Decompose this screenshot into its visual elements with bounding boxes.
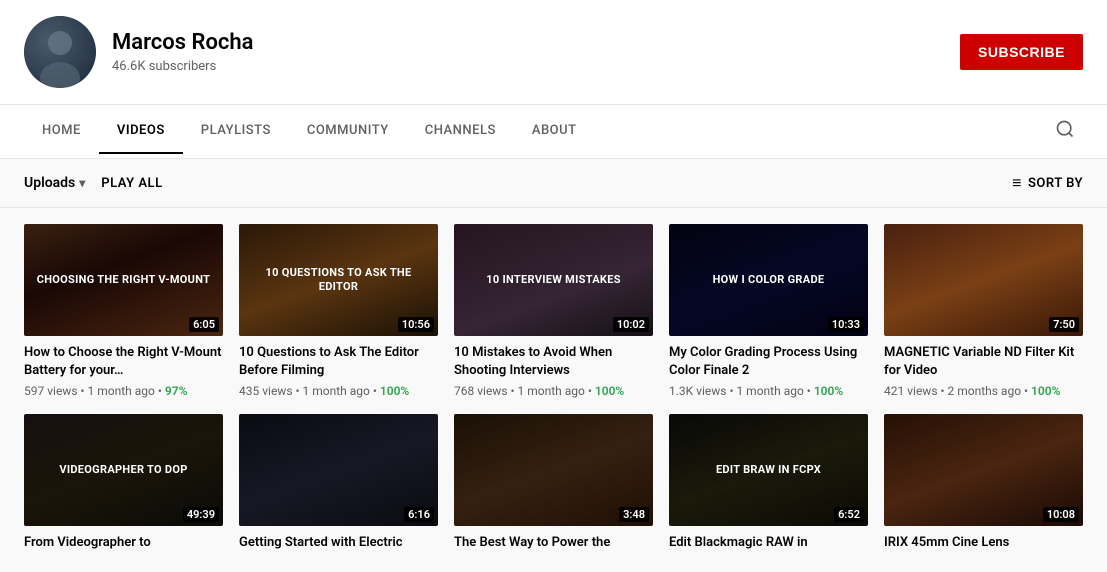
video-title-2: 10 Questions to Ask The Editor Before Fi… <box>239 344 438 380</box>
video-title-10: IRIX 45mm Cine Lens <box>884 534 1083 552</box>
thumbnail-10: 10:08 <box>884 414 1083 526</box>
thumbnail-9: EDIT BRAW IN FCPX 6:52 <box>669 414 868 526</box>
uploads-label: Uploads <box>24 175 75 191</box>
thumbnail-6: VIDEOGRAPHER to DOP 49:39 <box>24 414 223 526</box>
nav-tabs: HOME VIDEOS PLAYLISTS COMMUNITY CHANNELS… <box>0 105 1107 159</box>
thumbnail-3: 10 Interview Mistakes 10:02 <box>454 224 653 336</box>
video-meta-5: 421 views • 2 months ago • 100% <box>884 384 1083 398</box>
video-card-10[interactable]: 10:08 IRIX 45mm Cine Lens <box>884 414 1083 556</box>
duration-1: 6:05 <box>189 317 219 332</box>
video-card-7[interactable]: 6:16 Getting Started with Electric <box>239 414 438 556</box>
tab-community[interactable]: COMMUNITY <box>289 109 407 154</box>
duration-6: 49:39 <box>183 507 219 522</box>
thumbnail-8: 3:48 <box>454 414 653 526</box>
thumbnail-2: 10 QUESTIONS TO ASK THE EDITOR 10:56 <box>239 224 438 336</box>
video-title-9: Edit Blackmagic RAW in <box>669 534 868 552</box>
thumb-text-9: EDIT BRAW IN FCPX <box>716 463 821 477</box>
thumb-text-6: VIDEOGRAPHER to DOP <box>59 463 187 477</box>
video-card-9[interactable]: EDIT BRAW IN FCPX 6:52 Edit Blackmagic R… <box>669 414 868 556</box>
tab-about[interactable]: ABOUT <box>514 109 595 154</box>
avatar <box>24 16 96 88</box>
video-card-5[interactable]: 7:50 MAGNETIC Variable ND Filter Kit for… <box>884 224 1083 398</box>
thumbnail-4: HOW I COLOR GRADE 10:33 <box>669 224 868 336</box>
tab-playlists[interactable]: PLAYLISTS <box>183 109 289 154</box>
sort-by-button[interactable]: ≡ SORT BY <box>1012 173 1083 193</box>
video-title-6: From Videographer to <box>24 534 223 552</box>
duration-2: 10:56 <box>398 317 434 332</box>
chevron-down-icon: ▾ <box>79 176 85 190</box>
video-title-4: My Color Grading Process Using Color Fin… <box>669 344 868 380</box>
duration-10: 10:08 <box>1043 507 1079 522</box>
thumbnail-7: 6:16 <box>239 414 438 526</box>
video-card-8[interactable]: 3:48 The Best Way to Power the <box>454 414 653 556</box>
toolbar: Uploads ▾ PLAY ALL ≡ SORT BY <box>0 159 1107 208</box>
tab-home[interactable]: HOME <box>24 109 99 154</box>
thumb-text-4: HOW I COLOR GRADE <box>713 273 825 287</box>
toolbar-left: Uploads ▾ PLAY ALL <box>24 175 163 191</box>
video-title-7: Getting Started with Electric <box>239 534 438 552</box>
channel-name: Marcos Rocha <box>112 30 253 55</box>
video-title-1: How to Choose the Right V-Mount Battery … <box>24 344 223 380</box>
video-meta-4: 1.3K views • 1 month ago • 100% <box>669 384 868 398</box>
play-all-button[interactable]: PLAY ALL <box>101 176 162 191</box>
avatar-image <box>24 16 96 88</box>
video-title-3: 10 Mistakes to Avoid When Shooting Inter… <box>454 344 653 380</box>
channel-info: Marcos Rocha 46.6K subscribers <box>24 16 253 88</box>
thumbnail-5: 7:50 <box>884 224 1083 336</box>
video-title-8: The Best Way to Power the <box>454 534 653 552</box>
duration-4: 10:33 <box>828 317 864 332</box>
subscriber-count: 46.6K subscribers <box>112 59 253 74</box>
video-card-2[interactable]: 10 QUESTIONS TO ASK THE EDITOR 10:56 10 … <box>239 224 438 398</box>
search-icon[interactable] <box>1047 105 1083 158</box>
uploads-dropdown[interactable]: Uploads ▾ <box>24 175 85 191</box>
video-meta-2: 435 views • 1 month ago • 100% <box>239 384 438 398</box>
tab-videos[interactable]: VIDEOS <box>99 109 183 154</box>
video-title-5: MAGNETIC Variable ND Filter Kit for Vide… <box>884 344 1083 380</box>
duration-3: 10:02 <box>613 317 649 332</box>
sort-icon: ≡ <box>1012 173 1022 193</box>
video-meta-3: 768 views • 1 month ago • 100% <box>454 384 653 398</box>
thumb-text-3: 10 Interview Mistakes <box>486 273 621 287</box>
thumb-text-1: CHOOSING THE RIGHT V-MOUNT <box>37 273 211 287</box>
video-meta-1: 597 views • 1 month ago • 97% <box>24 384 223 398</box>
thumbnail-1: CHOOSING THE RIGHT V-MOUNT 6:05 <box>24 224 223 336</box>
duration-7: 6:16 <box>404 507 434 522</box>
video-card-6[interactable]: VIDEOGRAPHER to DOP 49:39 From Videograp… <box>24 414 223 556</box>
sort-by-label: SORT BY <box>1028 176 1083 191</box>
duration-9: 6:52 <box>834 507 864 522</box>
video-card-1[interactable]: CHOOSING THE RIGHT V-MOUNT 6:05 How to C… <box>24 224 223 398</box>
channel-text: Marcos Rocha 46.6K subscribers <box>112 30 253 74</box>
video-card-3[interactable]: 10 Interview Mistakes 10:02 10 Mistakes … <box>454 224 653 398</box>
video-grid: CHOOSING THE RIGHT V-MOUNT 6:05 How to C… <box>0 208 1107 572</box>
thumb-text-2: 10 QUESTIONS TO ASK THE EDITOR <box>247 266 430 295</box>
channel-header: Marcos Rocha 46.6K subscribers SUBSCRIBE <box>0 0 1107 105</box>
subscribe-button[interactable]: SUBSCRIBE <box>960 34 1083 70</box>
tab-channels[interactable]: CHANNELS <box>407 109 514 154</box>
duration-5: 7:50 <box>1049 317 1079 332</box>
video-card-4[interactable]: HOW I COLOR GRADE 10:33 My Color Grading… <box>669 224 868 398</box>
duration-8: 3:48 <box>619 507 649 522</box>
